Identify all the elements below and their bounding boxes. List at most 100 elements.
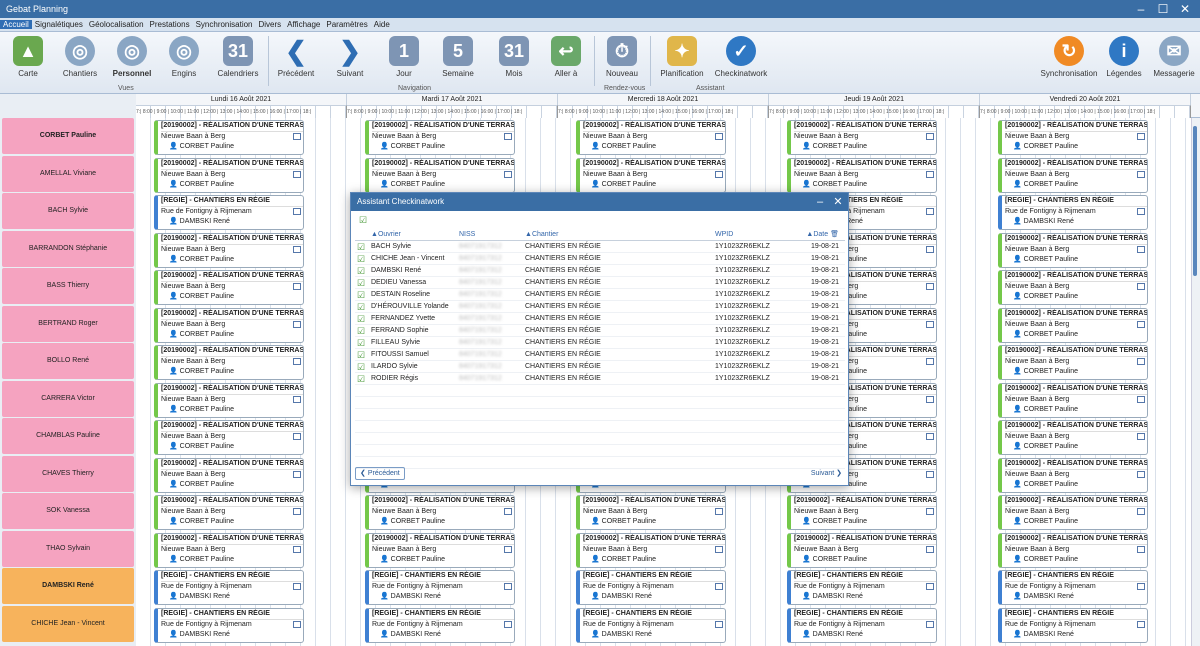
employee-row-label[interactable]: THAO Sylvain (2, 530, 134, 567)
aller-a-button[interactable]: ↩ Aller à (542, 36, 590, 78)
table-row[interactable]: ☑ D'HÉROUVILLE Yolande 84071917312 CHANTIER… (355, 301, 845, 313)
table-row[interactable]: ☑ FILLEAU Sylvie 84071917312 CHANTIERS EN R… (355, 337, 845, 349)
row-checkbox[interactable]: ☑ (357, 289, 365, 301)
table-row[interactable]: ☑ RODIER Régis 84071917312 CHANTIERS EN RÉG… (355, 373, 845, 385)
minimize-button[interactable]: – (1130, 0, 1152, 18)
table-row[interactable]: ☑ DESTAIN Roseline 84071917312 CHANTIERS EN… (355, 289, 845, 301)
table-row[interactable]: ☑ ILARDO Sylvie 84071917312 CHANTIERS EN RÉ… (355, 361, 845, 373)
menu-geolocalisation[interactable]: Géolocalisation (86, 20, 147, 29)
row-checkbox[interactable]: ☑ (357, 313, 365, 325)
appointment-card[interactable]: [REGIE] - CHANTIERS EN RÉGIERue de Fonti… (998, 195, 1148, 230)
employee-row-label[interactable]: BARRANDON Stéphanie (2, 230, 134, 267)
appointment-card[interactable]: [20190002] - RÉALISATION D'UNE TERRASSEN… (365, 495, 515, 530)
appointment-card[interactable]: [20190002] - RÉALISATION D'UNE TERRASSEN… (576, 532, 726, 568)
nouveau-button[interactable]: ⏱ Nouveau (598, 36, 646, 78)
appointment-card[interactable]: [20190002] - RÉALISATION D'UNE TERRASSEN… (154, 345, 304, 380)
table-row[interactable]: ☑ BACH Sylvie 84071917312 CHANTIERS EN RÉGI… (355, 241, 845, 253)
appointment-card[interactable]: [REGIE] - CHANTIERS EN RÉGIERue de Fonti… (576, 607, 726, 643)
table-row[interactable]: ☑ FERRAND Sophie 84071917312 CHANTIERS EN R… (355, 325, 845, 337)
appointment-card[interactable]: [REGIE] - CHANTIERS EN RÉGIERue de Fonti… (365, 570, 515, 605)
appointment-card[interactable]: [REGIE] - CHANTIERS EN RÉGIERue de Fonti… (787, 570, 937, 605)
appointment-card[interactable]: [20190002] - RÉALISATION D'UNE TERRASSEN… (576, 120, 726, 155)
row-checkbox[interactable]: ☑ (357, 325, 365, 337)
appointment-card[interactable]: [REGIE] - CHANTIERS EN RÉGIERue de Fonti… (154, 607, 304, 643)
menu-accueil[interactable]: Accueil (0, 20, 32, 29)
appointment-card[interactable]: [20190002] - RÉALISATION D'UNE TERRASSEN… (998, 120, 1148, 155)
employee-row-label[interactable]: CORBET Pauline (2, 118, 134, 154)
appointment-card[interactable]: [20190002] - RÉALISATION D'UNE TERRASSEN… (998, 495, 1148, 530)
synchronisation-button[interactable]: ↻ Synchronisation (1038, 36, 1100, 78)
appointment-card[interactable]: [REGIE] - CHANTIERS EN RÉGIERue de Fonti… (576, 570, 726, 605)
employee-row-label[interactable]: CHAMBLAS Pauline (2, 418, 134, 454)
menu-parametres[interactable]: Paramètres (323, 20, 370, 29)
row-checkbox[interactable]: ☑ (357, 337, 365, 349)
appointment-card[interactable]: [20190002] - RÉALISATION D'UNE TERRASSEN… (154, 382, 304, 418)
employee-row-label[interactable]: BERTRAND Roger (2, 305, 134, 342)
table-row[interactable]: ☑ CHICHE Jean - Vincent 84071917312 CHANTIE… (355, 253, 845, 265)
employee-row-label[interactable]: BOLLO René (2, 343, 134, 379)
appointment-card[interactable]: [20190002] - RÉALISATION D'UNE TERRASSEN… (787, 532, 937, 568)
employee-row-label[interactable]: AMELLAL Viviane (2, 155, 134, 192)
scrollbar-thumb[interactable] (1193, 126, 1197, 276)
carte-button[interactable]: ▲ Carte (4, 36, 52, 78)
engins-button[interactable]: ◎ Engins (160, 36, 208, 78)
suivant-button[interactable]: ❯ Suivant (326, 36, 374, 78)
appointment-card[interactable]: [20190002] - RÉALISATION D'UNE TERRASSEN… (998, 420, 1148, 455)
appointment-card[interactable]: [20190002] - RÉALISATION D'UNE TERRASSEN… (998, 382, 1148, 418)
employee-row-label[interactable]: SOK Vanessa (2, 493, 134, 529)
col-wpid[interactable]: WPID (715, 229, 733, 241)
employee-row-label[interactable]: DAMBSKI René (2, 568, 134, 604)
personnel-button[interactable]: ◎ Personnel (108, 36, 156, 78)
appointment-card[interactable]: [20190002] - RÉALISATION D'UNE TERRASSEN… (154, 157, 304, 193)
menu-affichage[interactable]: Affichage (284, 20, 323, 29)
legendes-button[interactable]: i Légendes (1100, 36, 1148, 78)
appointment-card[interactable]: [20190002] - RÉALISATION D'UNE TERRASSEN… (154, 495, 304, 530)
row-checkbox[interactable]: ☑ (357, 241, 365, 253)
table-row[interactable]: ☑ DAMBSKI René 84071917312 CHANTIERS EN RÉG… (355, 265, 845, 277)
appointment-card[interactable]: [20190002] - RÉALISATION D'UNE TERRASSEN… (154, 232, 304, 268)
employee-row-label[interactable]: BASS Thierry (2, 268, 134, 304)
appointment-card[interactable]: [20190002] - RÉALISATION D'UNE TERRASSEN… (576, 495, 726, 530)
col-ouvrier[interactable]: ▲Ouvrier (371, 229, 401, 241)
table-row[interactable]: ☑ FERNANDEZ Yvette 84071917312 CHANTIERS EN… (355, 313, 845, 325)
row-checkbox[interactable]: ☑ (357, 373, 365, 385)
appointment-card[interactable]: [20190002] - RÉALISATION D'UNE TERRASSEN… (787, 495, 937, 530)
appointment-card[interactable]: [20190002] - RÉALISATION D'UNE TERRASSEN… (154, 457, 304, 493)
menu-prestations[interactable]: Prestations (147, 20, 193, 29)
col-date[interactable]: ▲Date 🗑 (783, 229, 839, 241)
dialog-minimize-button[interactable]: – (811, 193, 829, 211)
appointment-card[interactable]: [20190002] - RÉALISATION D'UNE TERRASSEN… (154, 532, 304, 568)
row-checkbox[interactable]: ☑ (357, 349, 365, 361)
jour-button[interactable]: 1 Jour (380, 36, 428, 78)
planification-button[interactable]: ✦ Planification (656, 36, 708, 78)
checkinatwork-button[interactable]: ✓ Checkinatwork (710, 36, 772, 78)
appointment-card[interactable]: [20190002] - RÉALISATION D'UNE TERRASSEN… (365, 157, 515, 193)
appointment-card[interactable]: [20190002] - RÉALISATION D'UNE TERRASSEN… (576, 157, 726, 193)
table-row[interactable]: ☑ DEDIEU Vanessa 84071917312 CHANTIERS EN R… (355, 277, 845, 289)
precedent-button[interactable]: ❮ Précédent (272, 36, 320, 78)
close-button[interactable]: ✕ (1174, 0, 1196, 18)
appointment-card[interactable]: [20190002] - RÉALISATION D'UNE TERRASSEN… (154, 307, 304, 343)
row-checkbox[interactable]: ☑ (357, 253, 365, 265)
mois-button[interactable]: 31 Mois (490, 36, 538, 78)
appointment-card[interactable]: [20190002] - RÉALISATION D'UNE TERRASSEN… (998, 157, 1148, 193)
maximize-button[interactable]: ☐ (1152, 0, 1174, 18)
messagerie-button[interactable]: ✉ Messagerie (1150, 36, 1198, 78)
appointment-card[interactable]: [REGIE] - CHANTIERS EN RÉGIERue de Fonti… (154, 195, 304, 230)
appointment-card[interactable]: [20190002] - RÉALISATION D'UNE TERRASSEN… (998, 532, 1148, 568)
appointment-card[interactable]: [20190002] - RÉALISATION D'UNE TERRASSEN… (787, 120, 937, 155)
dialog-close-button[interactable]: ✕ (829, 193, 847, 211)
menu-aide[interactable]: Aide (371, 20, 393, 29)
menu-divers[interactable]: Divers (256, 20, 285, 29)
semaine-button[interactable]: 5 Semaine (434, 36, 482, 78)
appointment-card[interactable]: [REGIE] - CHANTIERS EN RÉGIERue de Fonti… (365, 607, 515, 643)
select-all-checkbox[interactable]: ☑ (359, 215, 367, 226)
col-chantier[interactable]: ▲Chantier (525, 229, 558, 241)
employee-row-label[interactable]: CHICHE Jean - Vincent (2, 605, 134, 642)
table-row[interactable]: ☑ FITOUSSI Samuel 84071917312 CHANTIERS EN … (355, 349, 845, 361)
appointment-card[interactable]: [REGIE] - CHANTIERS EN RÉGIERue de Fonti… (998, 607, 1148, 643)
menu-synchronisation[interactable]: Synchronisation (193, 20, 256, 29)
appointment-card[interactable]: [20190002] - RÉALISATION D'UNE TERRASSEN… (154, 270, 304, 305)
appointment-card[interactable]: [20190002] - RÉALISATION D'UNE TERRASSEN… (998, 307, 1148, 343)
appointment-card[interactable]: [20190002] - RÉALISATION D'UNE TERRASSEN… (998, 232, 1148, 268)
